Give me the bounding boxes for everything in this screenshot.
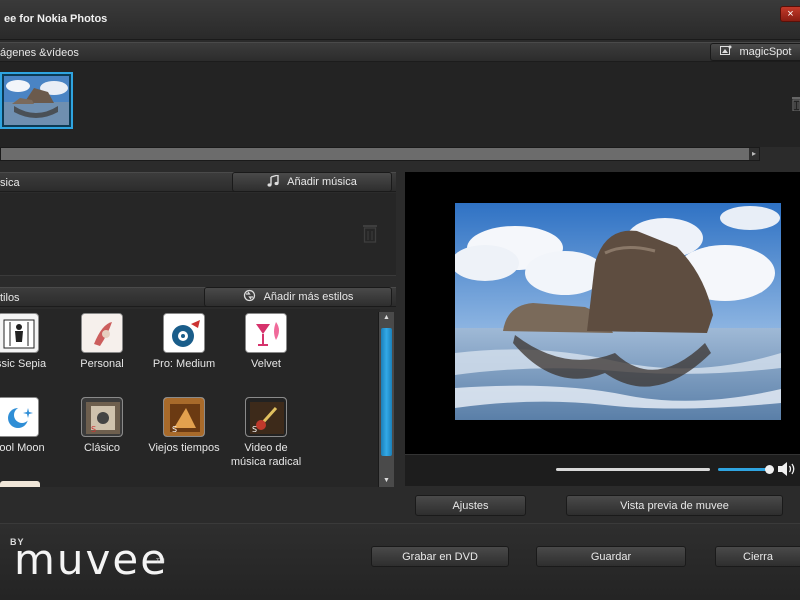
media-horizontal-scrollbar[interactable]: ▸ — [0, 147, 760, 161]
refresh-icon — [243, 289, 256, 305]
save-button[interactable]: Guardar — [536, 546, 686, 567]
magicspot-label: magicSpot — [739, 46, 792, 58]
title-bar: ee for Nokia Photos — [0, 0, 800, 40]
magicspot-button[interactable]: magicSpot — [710, 43, 800, 61]
speaker-icon[interactable] — [777, 461, 797, 477]
add-more-styles-button[interactable]: Añadir más estilos — [204, 287, 392, 307]
add-music-button[interactable]: Añadir música — [232, 172, 392, 192]
style-label: Clásico — [83, 442, 121, 454]
style-velvet[interactable]: Velvet — [226, 313, 306, 371]
style-classic-sepia[interactable]: assic Sepia — [0, 313, 58, 371]
burn-dvd-button[interactable]: Grabar en DVD — [371, 546, 509, 567]
media-section-label: ágenes &vídeos — [0, 47, 79, 59]
style-pro-medium[interactable]: Pro: Medium — [144, 313, 224, 371]
styles-section-label: tilos — [0, 292, 20, 304]
cocktail-glass-icon — [245, 313, 287, 353]
style-label-line2: música radical — [230, 456, 302, 468]
music-note-icon — [267, 173, 279, 190]
selected-media-thumbnail[interactable] — [0, 72, 73, 129]
scroll-up-arrow[interactable]: ▲ — [379, 312, 394, 324]
svg-text:S: S — [252, 425, 257, 434]
volume-slider-track[interactable] — [718, 468, 770, 471]
style-label: Personal — [80, 358, 124, 370]
style-label: Velvet — [251, 358, 281, 370]
svg-text:S: S — [91, 425, 96, 434]
music-trash-icon[interactable] — [362, 223, 378, 243]
svg-text:S: S — [172, 425, 177, 434]
moon-sparkle-icon — [0, 397, 39, 437]
window-title: ee for Nokia Photos — [4, 13, 108, 25]
old-times-icon: S — [163, 397, 205, 437]
sepia-man-icon — [0, 313, 39, 353]
style-label: Video de — [244, 442, 288, 454]
personal-pen-icon — [81, 313, 123, 353]
style-label: Cool Moon — [0, 442, 45, 454]
logo-brand: muvee — [14, 535, 169, 584]
music-section-label: sica — [0, 177, 20, 189]
playback-progress-bar[interactable] — [556, 468, 710, 471]
guitar-icon: S — [245, 397, 287, 437]
film-reel-icon — [163, 313, 205, 353]
media-strip[interactable] — [0, 62, 800, 147]
style-clasico[interactable]: S Clásico — [62, 397, 142, 455]
logo-tm: TM — [156, 559, 165, 565]
media-section-header: ágenes &vídeos — [0, 42, 800, 62]
style-partial-tile[interactable] — [0, 481, 40, 487]
style-personal[interactable]: Personal — [62, 313, 142, 371]
volume-slider-knob[interactable] — [765, 465, 774, 474]
close-button[interactable]: Cierra — [715, 546, 800, 567]
style-label: assic Sepia — [0, 358, 47, 370]
muvee-preview-button[interactable]: Vista previa de muvee — [566, 495, 783, 516]
preview-image — [455, 203, 781, 420]
styles-vertical-scrollbar[interactable]: ▲ ▼ — [378, 312, 394, 487]
trash-icon[interactable] — [791, 95, 800, 111]
magicspot-icon — [719, 45, 732, 59]
style-label: Pro: Medium — [152, 358, 216, 370]
logo-by: BY — [10, 537, 25, 547]
style-video-musica-radical[interactable]: S Video de música radical — [226, 397, 306, 469]
scroll-down-arrow[interactable]: ▼ — [379, 475, 394, 487]
rocks-thumbnail-image — [4, 76, 69, 125]
add-music-label: Añadir música — [287, 176, 357, 188]
add-more-styles-label: Añadir más estilos — [263, 291, 354, 303]
settings-button[interactable]: Ajustes — [415, 495, 526, 516]
scroll-right-arrow[interactable]: ▸ — [749, 148, 759, 160]
film-frame-icon: S — [81, 397, 123, 437]
style-cool-moon[interactable]: Cool Moon — [0, 397, 58, 455]
close-window-button[interactable]: × — [780, 6, 800, 22]
scroll-thumb[interactable] — [381, 328, 392, 456]
music-drop-area[interactable] — [0, 193, 396, 276]
style-viejos-tiempos[interactable]: S Viejos tiempos — [144, 397, 224, 455]
style-label: Viejos tiempos — [148, 442, 220, 454]
